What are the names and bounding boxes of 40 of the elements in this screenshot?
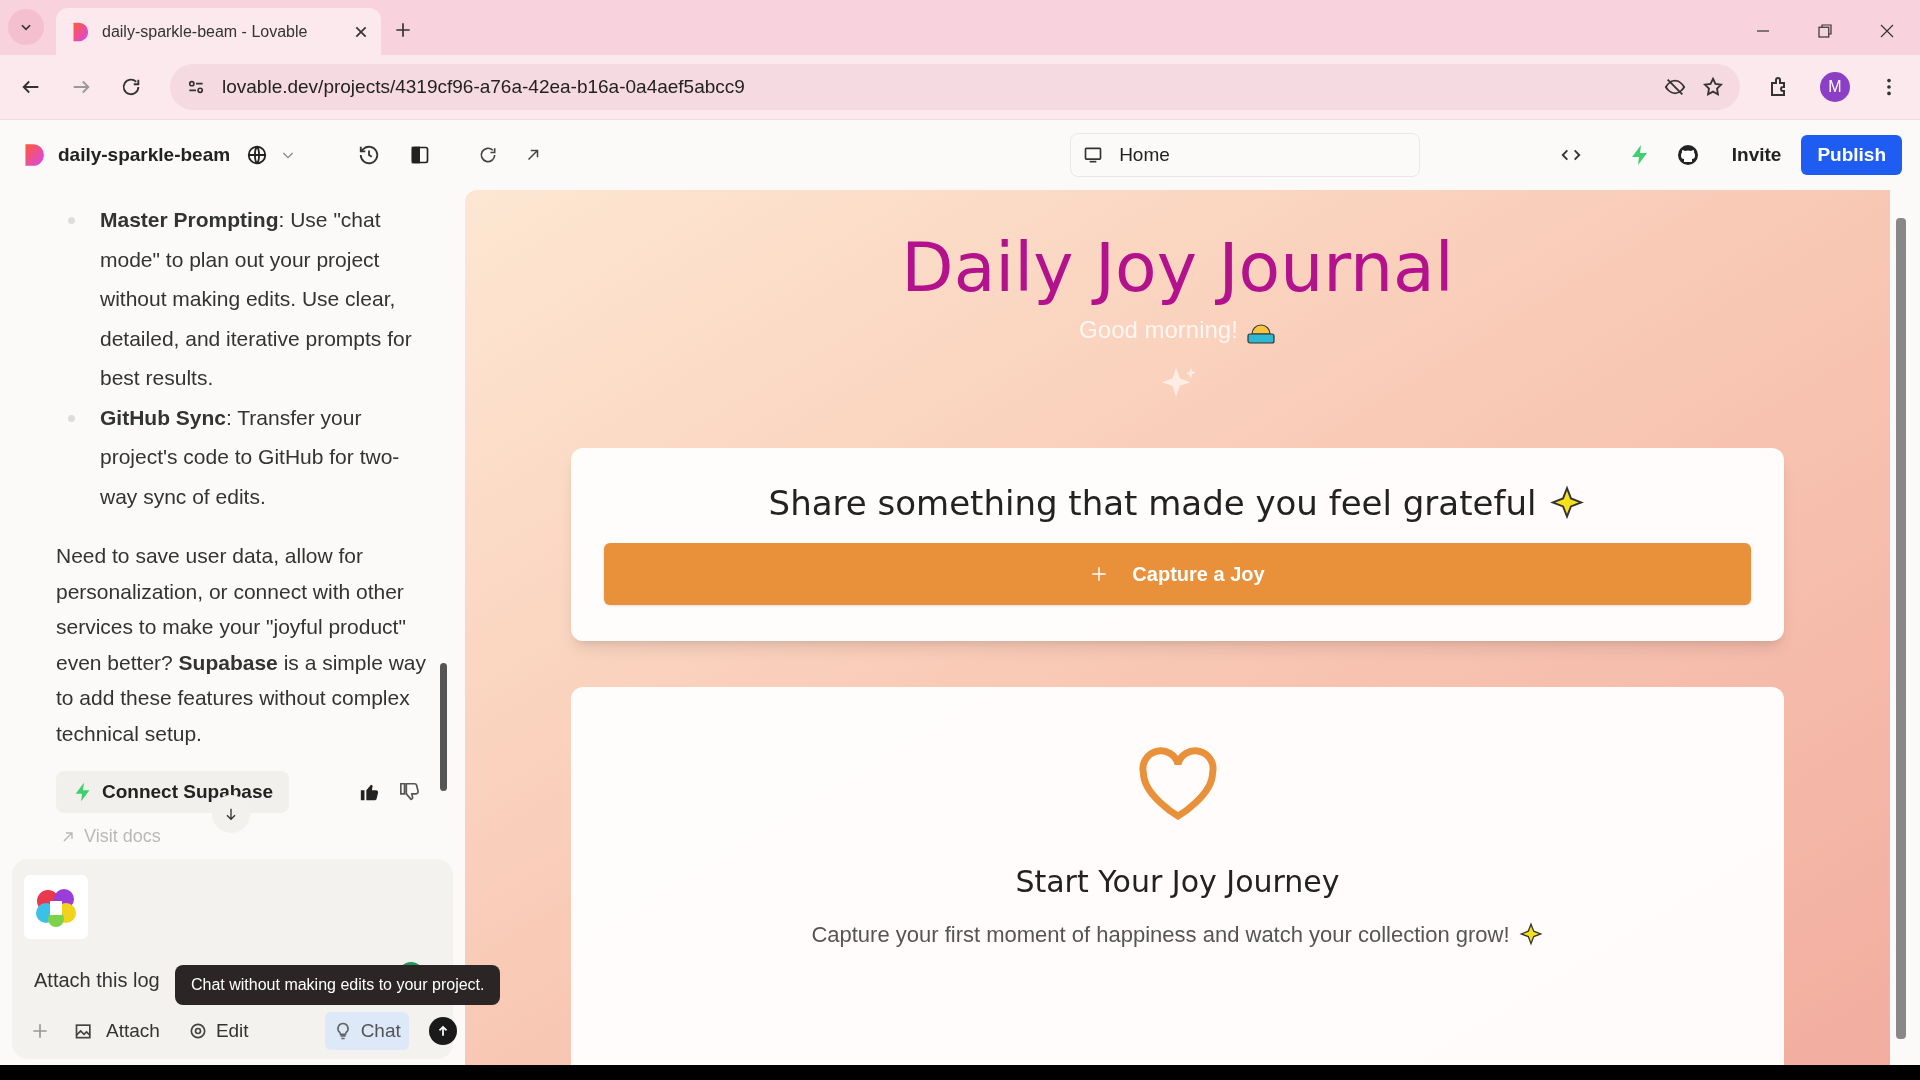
- close-icon[interactable]: [1878, 22, 1896, 40]
- thumbs-down-icon[interactable]: [399, 781, 421, 803]
- github-icon[interactable]: [1675, 143, 1700, 167]
- bookmark-star-icon[interactable]: [1702, 76, 1724, 98]
- publish-button[interactable]: Publish: [1801, 135, 1902, 175]
- scrollbar-thumb[interactable]: [1896, 218, 1906, 1039]
- message-paragraph: Need to save user data, allow for personalization, or connect with other services to make your "joyful product" even better? Supabase is a simple way to add these features without complex technical setup.: [56, 543, 428, 747]
- message-input[interactable]: Attach this log: [34, 965, 160, 995]
- project-name[interactable]: daily-sparkle-beam: [58, 140, 231, 170]
- empty-state-title: Start Your Joy Journey: [1015, 863, 1340, 901]
- send-button[interactable]: [428, 1017, 457, 1045]
- tooltip: Chat without making edits to your project.: [175, 965, 501, 1005]
- new-tab-icon[interactable]: [393, 20, 413, 40]
- sidebar-toggle-icon[interactable]: [410, 145, 431, 165]
- connect-supabase-button[interactable]: Connect Supabase: [56, 771, 290, 813]
- refresh-icon[interactable]: [478, 145, 499, 165]
- browser-tab[interactable]: daily-sparkle-beam - Lovable: [56, 8, 381, 55]
- plus-icon: [1090, 565, 1109, 583]
- profile-avatar[interactable]: M: [1820, 72, 1850, 102]
- globe-icon: [246, 144, 269, 166]
- restore-icon[interactable]: [1816, 22, 1834, 40]
- monitor-icon: [1083, 145, 1104, 165]
- mode-button[interactable]: Chat: [324, 1012, 409, 1050]
- address-field[interactable]: lovable.dev/projects/4319cf96-a76a-42ea-b16a-0a4aef5abcc9: [170, 64, 1740, 110]
- scrollbar-thumb[interactable]: [440, 663, 447, 791]
- attach-button[interactable]: Attach: [74, 1012, 160, 1050]
- app-title: Daily Joy Journal: [901, 228, 1454, 308]
- mode-button[interactable]: Edit: [179, 1012, 257, 1050]
- empty-state-text: Capture your first moment of happiness and watch your collection grow!: [811, 921, 1510, 949]
- image-icon: [74, 1021, 94, 1041]
- tab-title: daily-sparkle-beam - Lovable: [102, 21, 309, 42]
- reload-icon[interactable]: [120, 76, 142, 98]
- url-text: lovable.dev/projects/4319cf96-a76a-42ea-b16a-0a4aef5abcc9: [222, 74, 746, 99]
- eye-off-icon[interactable]: [1664, 76, 1686, 98]
- route-field[interactable]: Home: [1070, 133, 1421, 177]
- prompt-heading: Share something that made you feel grateful: [768, 482, 1537, 525]
- bullet-text: Master Prompting: Use "chat mode" to plan out your project without making edits. Use clear, detailed, and iterative prompts for best results.: [100, 207, 413, 391]
- invite-button[interactable]: Invite: [1719, 135, 1794, 175]
- bullet-text: GitHub Sync: Transfer your project's code to GitHub for two-way sync of edits.: [100, 404, 401, 510]
- history-icon[interactable]: [358, 144, 381, 166]
